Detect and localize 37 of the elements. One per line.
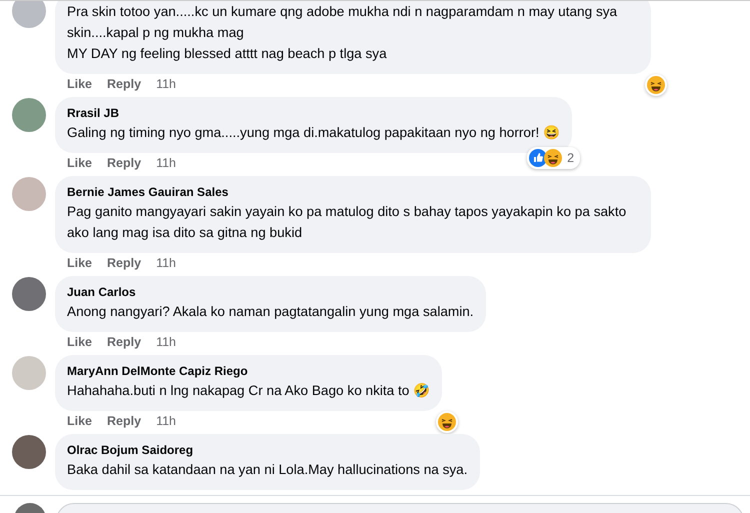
comment-time[interactable]: 11h bbox=[156, 156, 176, 170]
comment-action-link[interactable]: Reply bbox=[107, 414, 142, 428]
reaction-badge[interactable]: 2 bbox=[527, 147, 580, 169]
laughing-face-icon bbox=[647, 76, 665, 94]
comment-text: Pag ganito mangyayari sakin yayain ko pa matulog dito s bahay tapos yayakapin ko pa sakto ako lang mag isa dito sa gitna ng bukid bbox=[67, 203, 628, 242]
laughing-face-icon bbox=[544, 149, 562, 167]
comment-action-link[interactable]: Reply bbox=[107, 156, 142, 170]
comment-action-link[interactable]: Like bbox=[67, 156, 92, 170]
comment-time[interactable]: 11h bbox=[156, 77, 176, 91]
comment-time[interactable]: 11h bbox=[156, 335, 176, 349]
avatar-photo-placeholder[interactable] bbox=[12, 277, 46, 311]
comment-author[interactable]: Olrac Bojum Saidoreg bbox=[67, 442, 468, 459]
comment-action-link[interactable]: Reply bbox=[107, 256, 142, 270]
comment-text: Baka dahil sa katandaan na yan ni Lola.May hallucinations na sya. bbox=[67, 461, 468, 479]
comment-time[interactable]: 11h bbox=[156, 414, 176, 428]
comment-action-link[interactable]: Like bbox=[67, 77, 92, 91]
comment-action-link[interactable]: Like bbox=[67, 414, 92, 428]
comment-text: Pra skin totoo yan.....kc un kumare qng adobe mukha ndi n nagparamdam n may utang sya skin....kapal p ng mukha mag bbox=[67, 3, 618, 42]
comment-time[interactable]: 11h bbox=[156, 256, 176, 270]
comment-author[interactable]: MaryAnn DelMonte Capiz Riego bbox=[67, 363, 430, 380]
comment-text: Galing ng timing nyo gma.....yung mga di.makatulog papakitaan nyo ng horror! 😆 bbox=[67, 124, 560, 142]
comment-action-link[interactable]: Like bbox=[67, 256, 92, 270]
comment-text: Anong nangyari? Akala ko naman pagtatangalin yung mga salamin. bbox=[67, 303, 474, 321]
avatar-photo-placeholder[interactable] bbox=[12, 98, 46, 132]
reaction-badge[interactable] bbox=[645, 74, 667, 96]
comment-author[interactable]: Juan Carlos bbox=[67, 284, 474, 301]
comment-action-link[interactable]: Reply bbox=[107, 335, 142, 349]
comment-action-link[interactable]: Like bbox=[67, 335, 92, 349]
laughing-face-icon bbox=[438, 413, 456, 431]
comment-author[interactable]: Bernie James Gauiran Sales bbox=[67, 184, 639, 201]
comment-text: Hahahaha.buti n lng nakapag Cr na Ako Bago ko nkita to 🤣 bbox=[67, 382, 430, 400]
reaction-badge[interactable] bbox=[436, 411, 458, 433]
avatar-photo-placeholder[interactable] bbox=[12, 435, 46, 469]
comment-action-link[interactable]: Reply bbox=[107, 77, 142, 91]
reaction-count: 2 bbox=[566, 151, 576, 165]
comment-text: MY DAY ng feeling blessed atttt nag beach p tlga sya bbox=[67, 45, 388, 63]
comment-author[interactable]: Rrasil JB bbox=[67, 105, 560, 122]
